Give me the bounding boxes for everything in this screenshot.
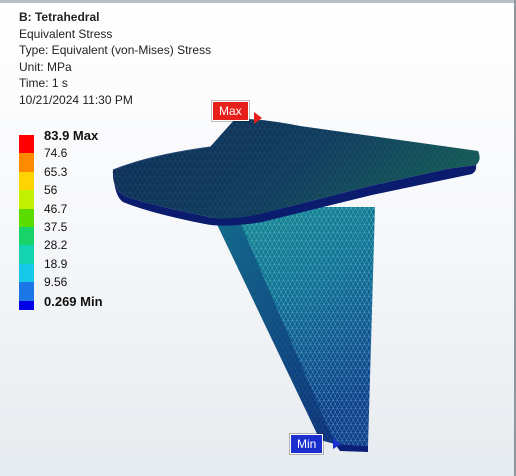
fea-model-viewport[interactable] bbox=[0, 0, 516, 476]
max-probe-label[interactable]: Max bbox=[212, 101, 249, 121]
bracket-top-plate bbox=[112, 118, 480, 226]
min-probe-label[interactable]: Min bbox=[290, 434, 324, 454]
bracket-web bbox=[213, 207, 375, 452]
